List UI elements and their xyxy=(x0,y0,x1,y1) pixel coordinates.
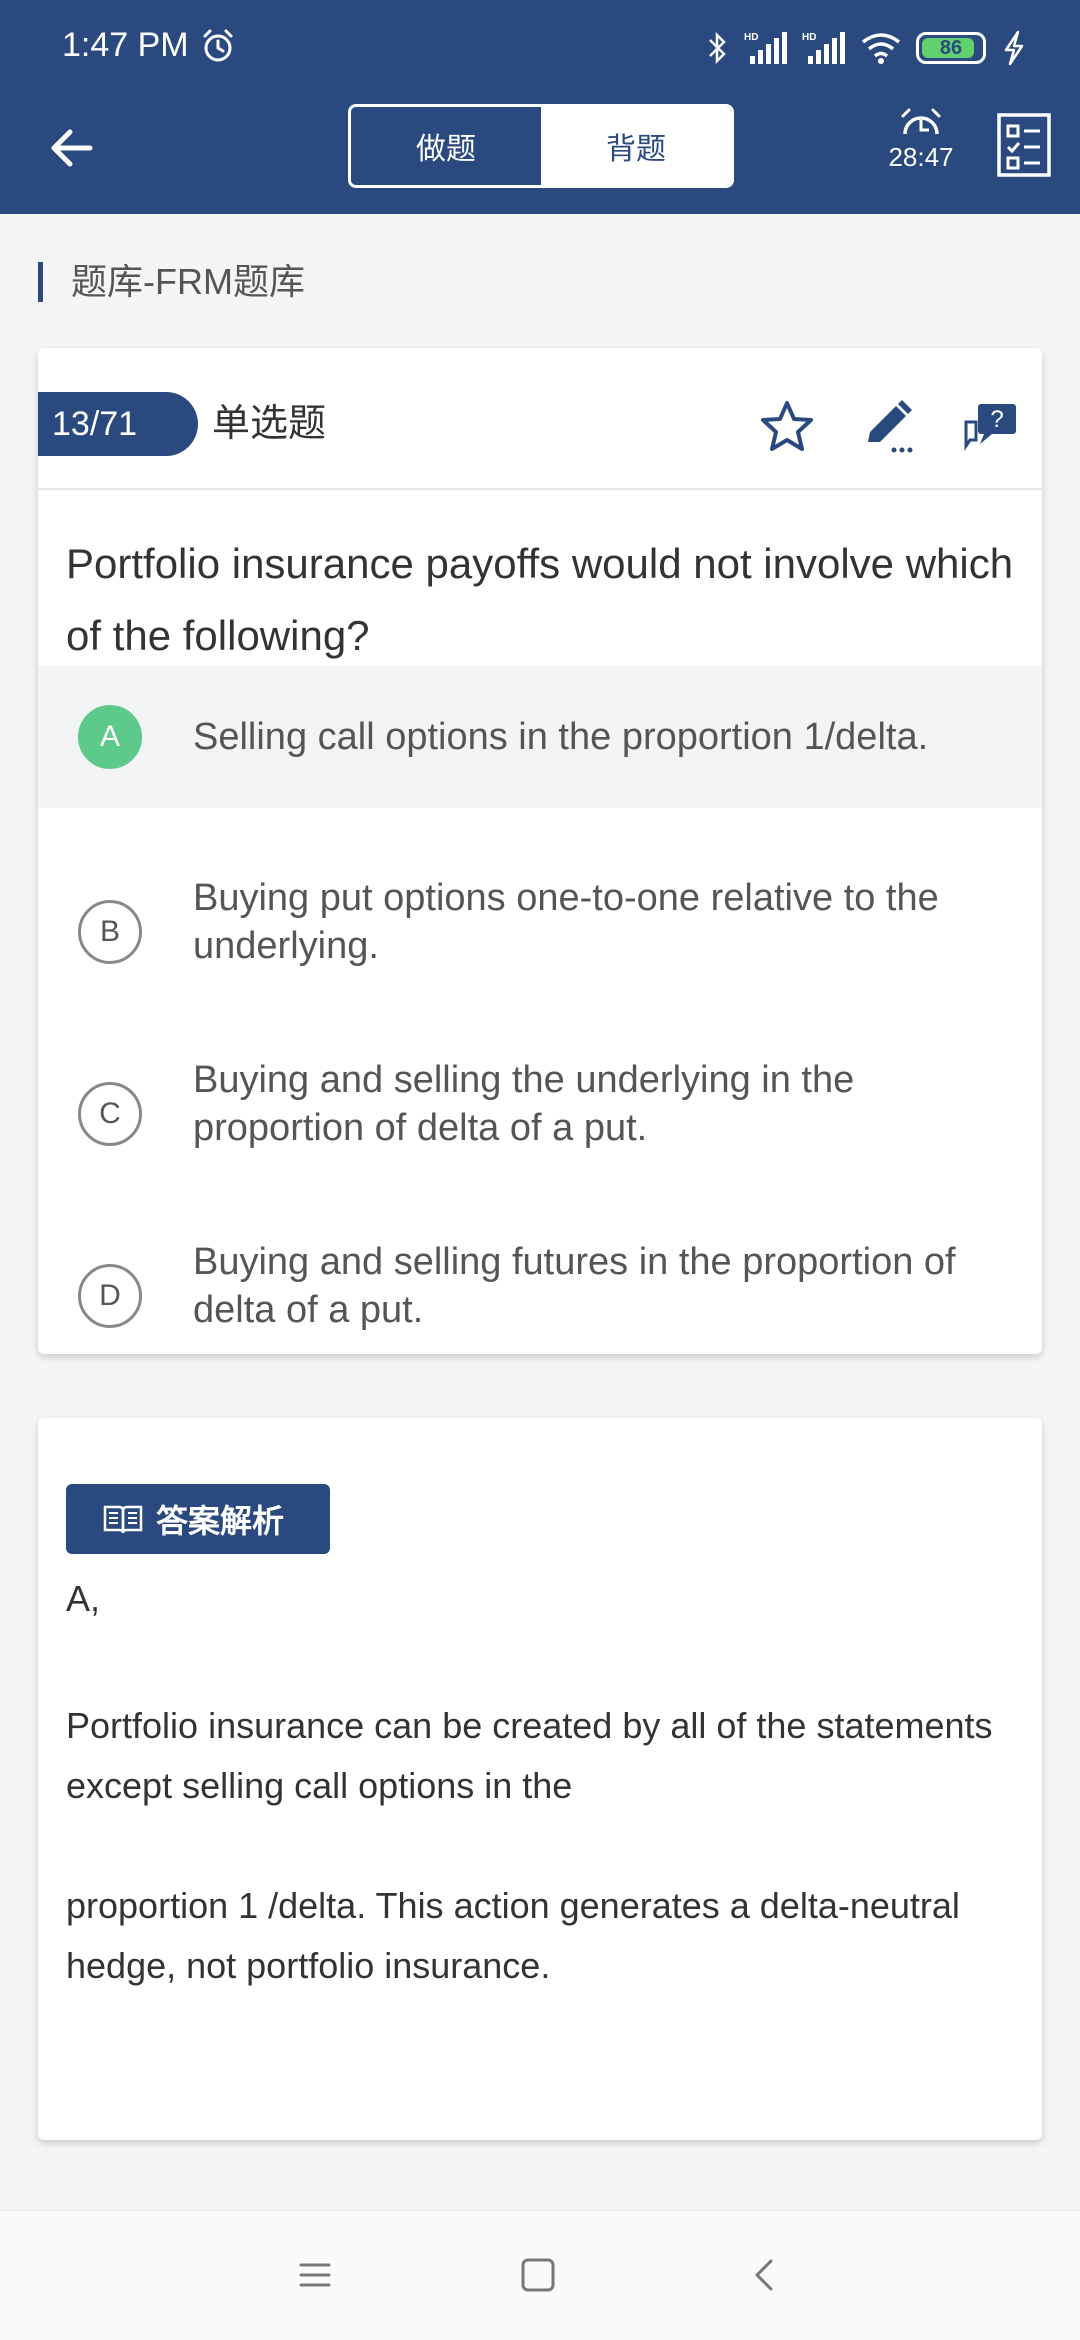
question-feedback-icon[interactable]: ? xyxy=(962,398,1020,456)
back-arrow-icon[interactable] xyxy=(44,120,100,176)
explanation-label: 答案解析 xyxy=(156,1503,285,1539)
svg-text:HD: HD xyxy=(802,32,816,43)
mode-switch: 做题 背题 xyxy=(348,104,734,188)
wifi-icon xyxy=(861,33,901,64)
timer-icon xyxy=(901,108,941,135)
svg-text:HD: HD xyxy=(744,32,758,43)
explanation-badge: 答案解析 xyxy=(66,1484,330,1554)
option-text: Buying and selling futures in the propor… xyxy=(193,1241,956,1331)
system-nav-bar xyxy=(0,2210,1080,2340)
question-number: 13/71 xyxy=(38,392,198,456)
option-letter: B xyxy=(78,900,142,964)
question-stem: Portfolio insurance payoffs would not in… xyxy=(66,540,1014,659)
answer-key: A, xyxy=(66,1578,101,1619)
option-text: Selling call options in the proportion 1… xyxy=(193,716,929,758)
explanation-paragraph: proportion 1 /delta. This action generat… xyxy=(66,1885,960,1986)
question-actions: ? xyxy=(758,398,1020,456)
breadcrumb: 题库-FRM题库 xyxy=(38,262,305,302)
tab-memorize[interactable]: 背题 xyxy=(541,107,731,185)
question-type: 单选题 xyxy=(212,403,327,445)
option-text: Buying put options one-to-one relative t… xyxy=(193,877,939,967)
status-bar: 1:47 PM HD HD 86 xyxy=(0,0,1080,96)
option-b[interactable]: B Buying put options one-to-one relative… xyxy=(38,848,1042,998)
toolbar: 做题 背题 28:47 xyxy=(0,96,1080,214)
svg-text:?: ? xyxy=(990,406,1003,433)
bluetooth-icon xyxy=(709,31,726,65)
signal-icon: HD xyxy=(744,32,787,64)
answer-sheet-icon[interactable] xyxy=(996,112,1052,178)
timer[interactable]: 28:47 xyxy=(880,106,962,173)
question-card: 13/71 单选题 ? Portfolio insurance payoffs … xyxy=(38,348,1042,1354)
option-d[interactable]: D Buying and selling futures in the prop… xyxy=(38,1212,1042,1362)
option-letter: D xyxy=(78,1264,142,1328)
pencil-icon[interactable] xyxy=(860,398,918,456)
option-a[interactable]: A Selling call options in the proportion… xyxy=(38,666,1042,808)
status-icons: HD HD 86 xyxy=(706,28,1028,68)
star-icon[interactable] xyxy=(758,398,816,456)
home-icon[interactable] xyxy=(518,2255,558,2295)
app-bar: 1:47 PM HD HD 86 做题 背题 28:47 xyxy=(0,0,1080,214)
signal-icon: HD xyxy=(802,32,845,64)
option-letter: C xyxy=(78,1082,142,1146)
option-c[interactable]: C Buying and selling the underlying in t… xyxy=(38,1030,1042,1180)
back-nav-icon[interactable] xyxy=(745,2255,785,2295)
battery-icon: 86 xyxy=(916,32,986,64)
explanation-paragraph: Portfolio insurance can be created by al… xyxy=(66,1705,993,1806)
menu-icon[interactable] xyxy=(295,2255,335,2295)
book-icon xyxy=(103,1505,143,1534)
battery-level: 86 xyxy=(939,37,963,59)
charging-icon xyxy=(1004,30,1024,66)
tab-practice[interactable]: 做题 xyxy=(351,107,541,185)
status-time: 1:47 PM xyxy=(62,26,189,64)
alarm-icon xyxy=(203,29,233,62)
timer-value: 28:47 xyxy=(888,142,954,172)
option-letter: A xyxy=(78,705,142,769)
question-header: 13/71 单选题 ? xyxy=(38,348,1042,490)
option-text: Buying and selling the underlying in the… xyxy=(193,1059,855,1149)
